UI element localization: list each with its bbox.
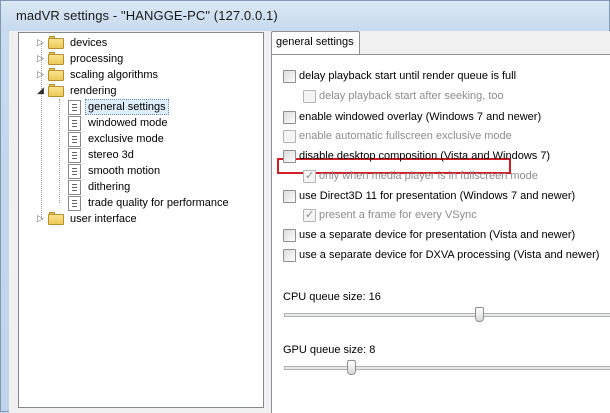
page-icon bbox=[68, 100, 81, 115]
tree-item-stereo-3d[interactable]: stereo 3d bbox=[19, 147, 259, 163]
checkbox[interactable]: ✓ bbox=[303, 170, 316, 183]
settings-tree[interactable]: ▷ devices ▷ processing ▷ scaling algorit… bbox=[18, 32, 264, 408]
checkbox[interactable] bbox=[303, 90, 316, 103]
tree-item-label: rendering bbox=[70, 85, 117, 97]
tree-item-general-settings[interactable]: general settings bbox=[19, 99, 259, 115]
cpu-queue-slider-thumb[interactable] bbox=[475, 307, 484, 322]
expand-arrow-icon[interactable]: ▷ bbox=[36, 214, 45, 223]
checkbox[interactable] bbox=[283, 130, 296, 143]
checkbox[interactable]: ✓ bbox=[303, 209, 316, 222]
tree-item-label: devices bbox=[70, 37, 108, 49]
page-icon bbox=[68, 196, 81, 211]
option-label: enable windowed overlay (Windows 7 and n… bbox=[299, 111, 542, 123]
tree-item-label: windowed mode bbox=[88, 117, 168, 129]
tree-item-devices[interactable]: ▷ devices bbox=[19, 35, 259, 51]
tree-item-label: smooth motion bbox=[88, 165, 161, 177]
tree-item-label: dithering bbox=[88, 181, 131, 193]
page-icon bbox=[68, 164, 81, 179]
client-area: ▷ devices ▷ processing ▷ scaling algorit… bbox=[9, 31, 610, 413]
option-label: only when media player is in fullscreen … bbox=[319, 170, 538, 182]
title-bar[interactable]: madVR settings - "HANGGE-PC" (127.0.0.1) bbox=[1, 1, 610, 31]
option-label: enable automatic fullscreen exclusive mo… bbox=[299, 130, 512, 142]
checkbox[interactable] bbox=[283, 190, 296, 203]
option-label: use a separate device for presentation (… bbox=[299, 229, 576, 241]
checkbox[interactable] bbox=[283, 249, 296, 262]
tree-item-label: processing bbox=[70, 53, 124, 65]
folder-icon bbox=[48, 68, 64, 81]
tree-item-trade-quality[interactable]: trade quality for performance bbox=[19, 195, 259, 211]
page-icon bbox=[68, 180, 81, 195]
tree-item-processing[interactable]: ▷ processing bbox=[19, 51, 259, 67]
tree-item-windowed-mode[interactable]: windowed mode bbox=[19, 115, 259, 131]
expand-arrow-icon[interactable]: ▷ bbox=[36, 54, 45, 63]
expand-arrow-icon[interactable]: ▷ bbox=[36, 38, 45, 47]
tree-item-label: general settings bbox=[85, 99, 169, 115]
tree-item-label: exclusive mode bbox=[88, 133, 164, 145]
folder-icon bbox=[48, 212, 64, 225]
option-label: present a frame for every VSync bbox=[319, 209, 477, 221]
tree-item-label: stereo 3d bbox=[88, 149, 134, 161]
checkbox[interactable] bbox=[283, 229, 296, 242]
checkbox[interactable] bbox=[283, 70, 296, 83]
option-label: use Direct3D 11 for presentation (Window… bbox=[299, 190, 576, 202]
tab-general-settings[interactable]: general settings bbox=[271, 31, 360, 55]
checkmark-icon: ✓ bbox=[305, 170, 315, 182]
gpu-queue-label: GPU queue size: 8 bbox=[283, 344, 376, 356]
window-title: madVR settings - "HANGGE-PC" (127.0.0.1) bbox=[16, 8, 278, 23]
page-icon bbox=[68, 148, 81, 163]
cpu-queue-slider-track[interactable] bbox=[284, 313, 610, 317]
tree-item-smooth-motion[interactable]: smooth motion bbox=[19, 163, 259, 179]
tree-item-rendering[interactable]: ◢ rendering bbox=[19, 83, 259, 99]
folder-icon bbox=[48, 52, 64, 65]
tree-item-dithering[interactable]: dithering bbox=[19, 179, 259, 195]
tree-item-label: scaling algorithms bbox=[70, 69, 159, 81]
page-icon bbox=[68, 116, 81, 131]
tree-item-label: trade quality for performance bbox=[88, 197, 229, 209]
gpu-queue-slider-track[interactable] bbox=[284, 366, 610, 370]
gpu-queue-slider-thumb[interactable] bbox=[347, 360, 356, 375]
expand-arrow-icon[interactable]: ▷ bbox=[36, 70, 45, 79]
tree-item-scaling-algorithms[interactable]: ▷ scaling algorithms bbox=[19, 67, 259, 83]
page-icon bbox=[68, 132, 81, 147]
option-label: disable desktop composition (Vista and W… bbox=[299, 150, 551, 162]
folder-icon bbox=[48, 36, 64, 49]
settings-page: delay playback start until render queue … bbox=[271, 54, 610, 413]
checkbox[interactable] bbox=[283, 111, 296, 124]
folder-open-icon bbox=[48, 84, 64, 97]
checkbox[interactable] bbox=[283, 150, 296, 163]
cpu-queue-label: CPU queue size: 16 bbox=[283, 291, 381, 303]
collapse-arrow-icon[interactable]: ◢ bbox=[36, 86, 45, 95]
option-label: use a separate device for DXVA processin… bbox=[299, 249, 600, 261]
tab-strip: general settings bbox=[271, 31, 610, 55]
checkmark-icon: ✓ bbox=[305, 209, 315, 221]
madvr-settings-window: madVR settings - "HANGGE-PC" (127.0.0.1)… bbox=[0, 0, 610, 413]
tree-item-label: user interface bbox=[70, 213, 137, 225]
option-label: delay playback start after seeking, too bbox=[319, 90, 504, 102]
tree-item-user-interface[interactable]: ▷ user interface bbox=[19, 211, 259, 227]
tree-item-exclusive-mode[interactable]: exclusive mode bbox=[19, 131, 259, 147]
option-label: delay playback start until render queue … bbox=[299, 70, 517, 82]
